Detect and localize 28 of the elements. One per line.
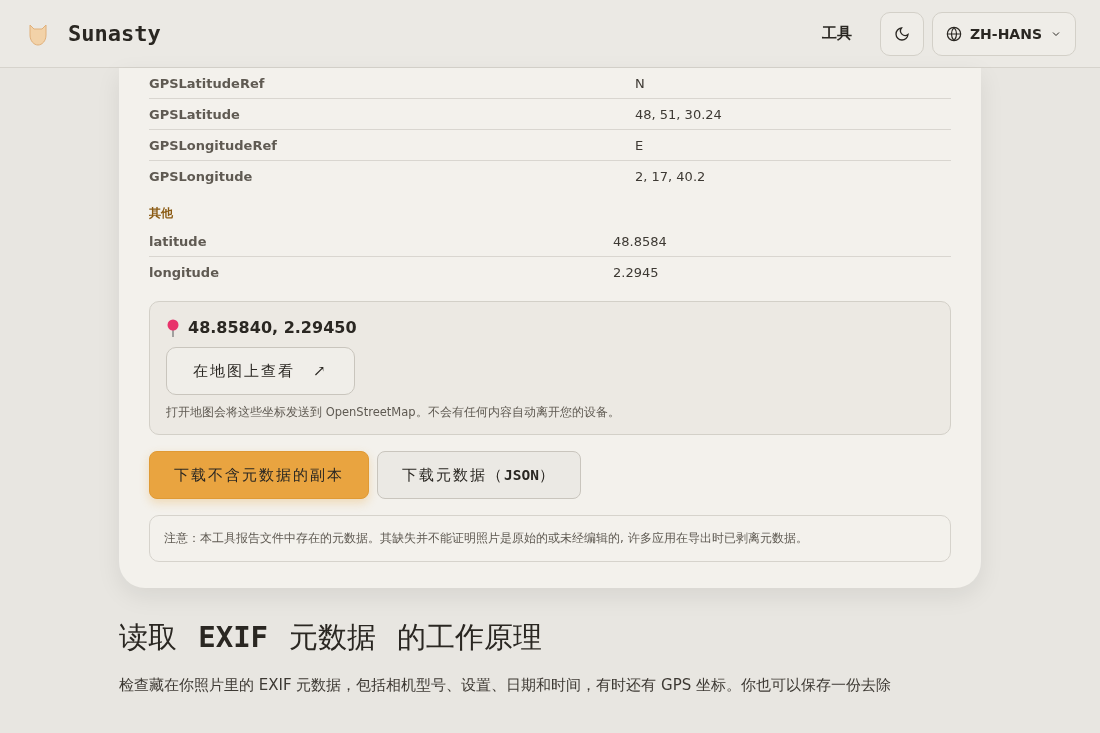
- notice-text: 注意：本工具报告文件中存在的元数据。其缺失并不能证明照片是原始的或未经编辑的, 许多应用在导出时已剥离元数据。: [149, 515, 951, 562]
- article-paragraph: 检查藏在你照片里的 EXIF 元数据，包括相机型号、设置、日期和时间，有时还有 GPS 坐标。你也可以保存一份去除: [119, 676, 893, 695]
- metadata-key: latitude: [149, 233, 613, 249]
- metadata-value: 48.8584: [613, 233, 668, 249]
- metadata-key: GPSLongitude: [149, 168, 635, 184]
- coordinates-text: 48.85840, 2.29450: [188, 318, 357, 337]
- privacy-note: 打开地图会将这些坐标发送到 OpenStreetMap。不会有任何内容自动离开您的设备。: [166, 405, 620, 420]
- globe-icon: [945, 25, 962, 42]
- tools-link[interactable]: 工具: [821, 24, 852, 43]
- article-heading: 读取 EXIF 元数据 的工作原理: [119, 619, 544, 656]
- section-title: 其他: [149, 205, 174, 222]
- metadata-key: GPSLongitudeRef: [149, 137, 635, 153]
- metadata-value: 2, 17, 40.2: [635, 168, 707, 184]
- metadata-key: GPSLatitude: [149, 106, 635, 122]
- pin-icon: [166, 318, 180, 337]
- language-select[interactable]: ZH-HANS: [931, 11, 1076, 56]
- theme-toggle-button[interactable]: [879, 11, 924, 56]
- metadata-key: longitude: [149, 264, 613, 280]
- brand-name: Sunasty: [68, 21, 161, 46]
- metadata-value: E: [635, 137, 645, 153]
- metadata-value: 2.2945: [613, 264, 660, 280]
- moon-icon: [893, 25, 910, 42]
- view-on-map-button[interactable]: 在地图上查看 ↗: [166, 347, 355, 395]
- metadata-key: GPSLatitudeRef: [149, 75, 635, 91]
- download-button[interactable]: 下载不含元数据的副本: [149, 451, 369, 499]
- metadata-value: 48, 51, 30.24: [635, 106, 723, 122]
- download-button[interactable]: 下载元数据（JSON）: [377, 451, 581, 499]
- metadata-value: N: [635, 75, 646, 91]
